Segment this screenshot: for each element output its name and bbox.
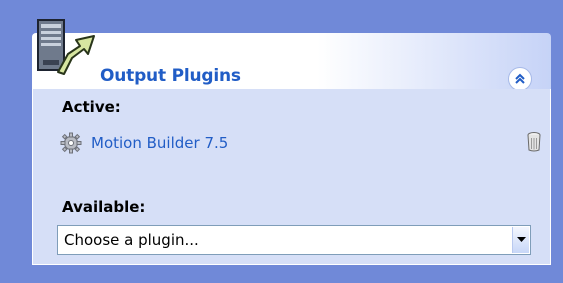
output-plugins-icon xyxy=(37,19,95,75)
gear-icon xyxy=(60,132,82,154)
plugin-select[interactable]: Choose a plugin... xyxy=(57,225,531,255)
active-label: Active: xyxy=(62,98,121,116)
dropdown-button[interactable] xyxy=(512,227,529,253)
output-plugins-panel: Output Plugins Active: Motion Builder 7.… xyxy=(32,16,553,266)
trash-icon[interactable] xyxy=(526,131,542,153)
chevron-double-up-icon xyxy=(515,73,525,84)
available-label: Available: xyxy=(62,198,146,216)
collapse-button[interactable] xyxy=(508,67,532,91)
plugin-select-value: Choose a plugin... xyxy=(64,231,199,249)
panel-title: Output Plugins xyxy=(100,66,241,86)
active-plugin-link[interactable]: Motion Builder 7.5 xyxy=(91,134,228,152)
panel-body: Active: Motion Builder 7.5 Available: Ch… xyxy=(32,89,551,265)
chevron-down-icon xyxy=(517,237,526,242)
